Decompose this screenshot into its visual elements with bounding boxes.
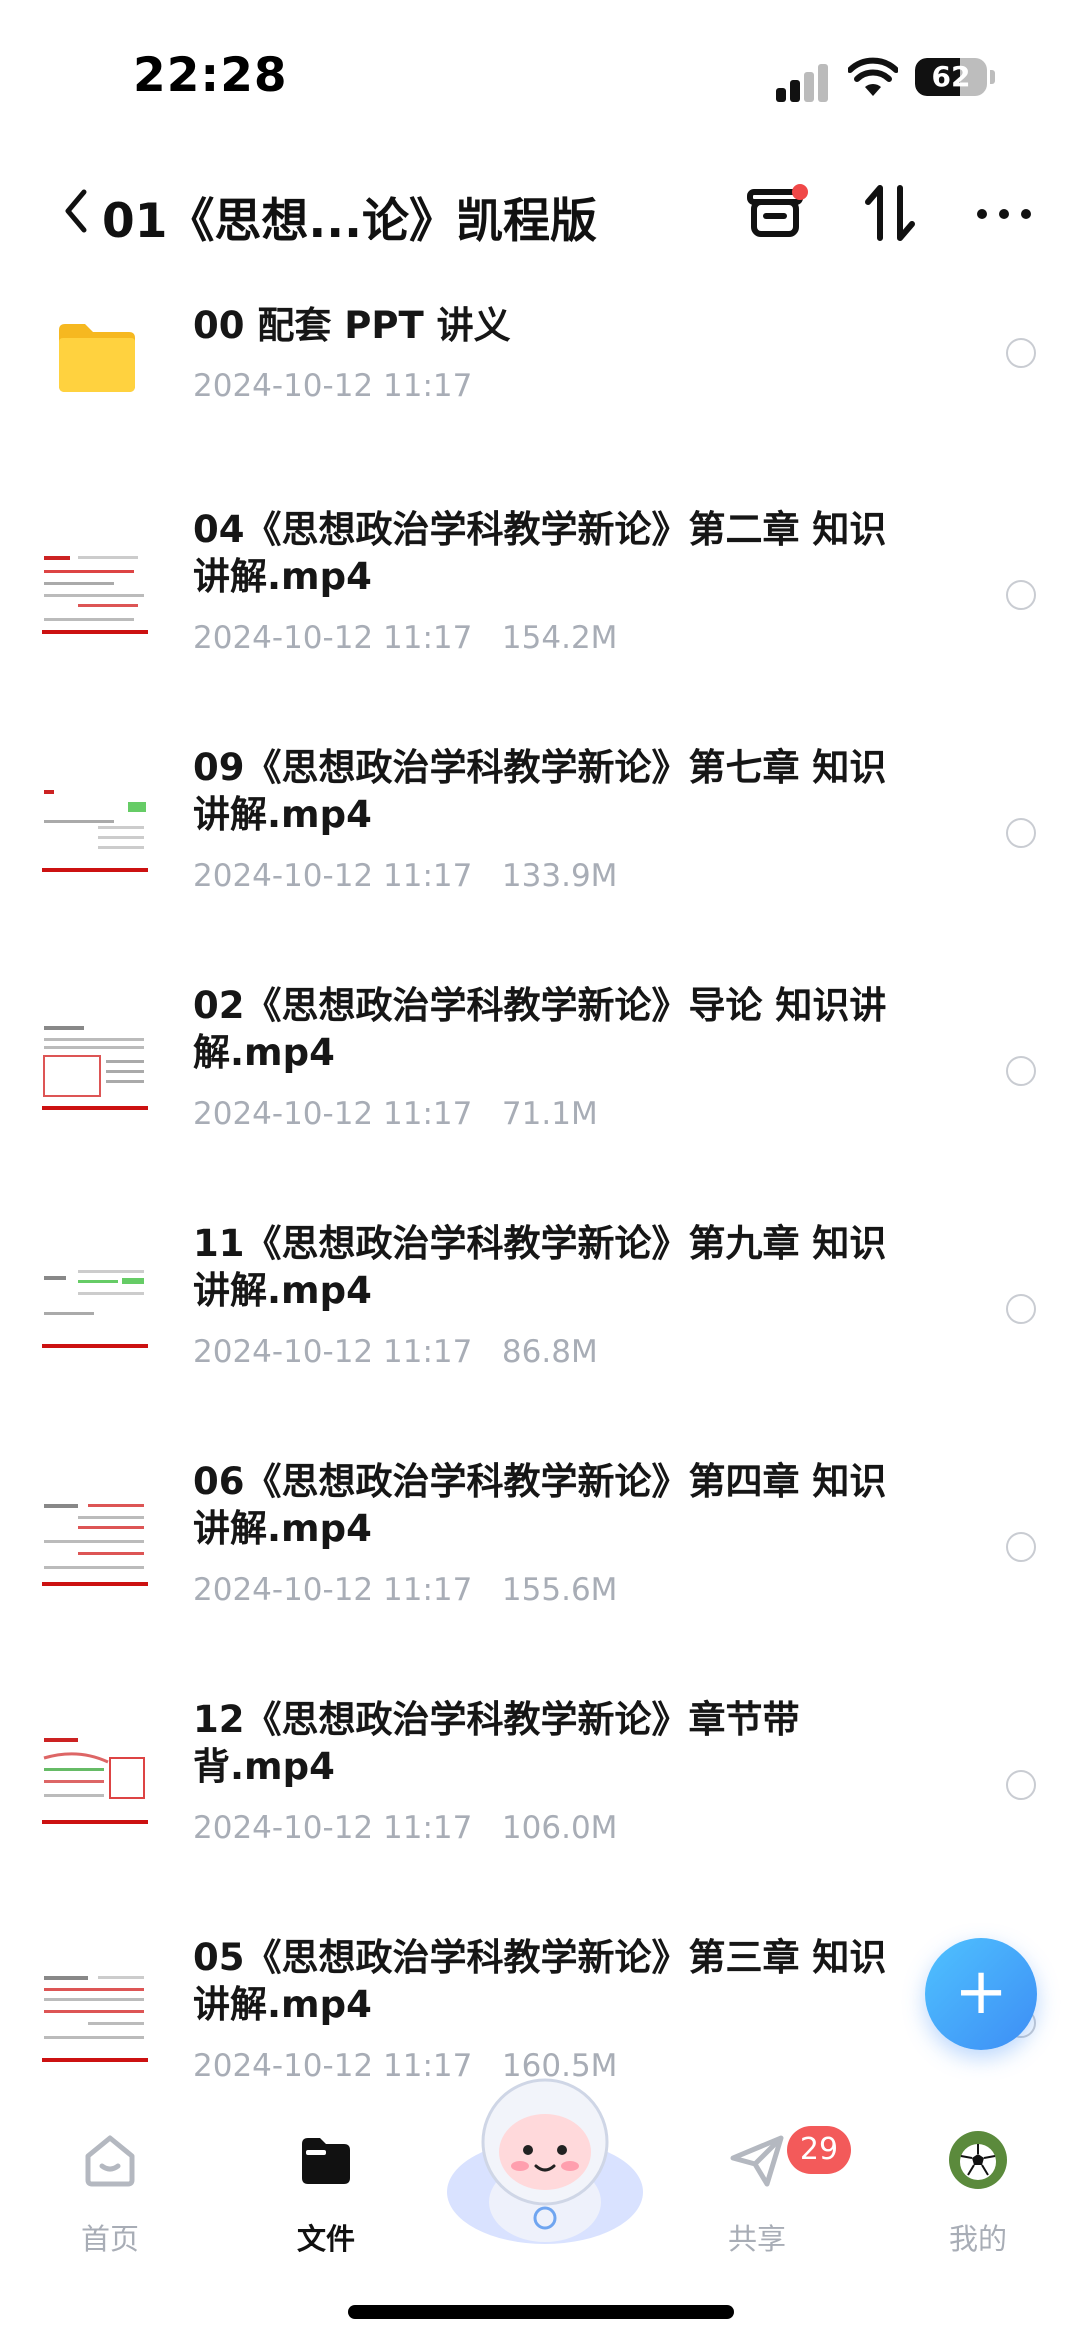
plus-icon: + [954, 1955, 1008, 2029]
file-meta: 2024-10-12 11:17 71.1M [193, 1096, 598, 1132]
file-date: 2024-10-12 11:17 [193, 368, 473, 404]
file-name: 06《思想政治学科教学新论》第四章 知识讲解.mp4 [193, 1460, 887, 1550]
file-name: 11《思想政治学科教学新论》第九章 知识讲解.mp4 [193, 1222, 887, 1312]
tab-files[interactable]: 文件 [251, 2080, 401, 2260]
select-radio[interactable] [1006, 1532, 1036, 1562]
tab-label: 文件 [296, 2222, 355, 2256]
file-date: 2024-10-12 11:17 [193, 1096, 473, 1132]
list-item[interactable]: 09《思想政治学科教学新论》第七章 知识讲解.mp4 2024-10-12 11… [0, 738, 1080, 976]
list-item[interactable]: 04《思想政治学科教学新论》第二章 知识讲解.mp4 2024-10-12 11… [0, 500, 1080, 738]
file-name: 12《思想政治学科教学新论》章节带背.mp4 [193, 1698, 800, 1788]
notification-dot [792, 184, 808, 200]
cellular-signal-icon [776, 62, 836, 102]
file-date: 2024-10-12 11:17 [193, 1334, 473, 1370]
file-size: 154.2M [501, 620, 618, 656]
status-time: 22:28 [133, 48, 288, 103]
video-thumbnail [38, 1014, 152, 1128]
video-thumbnail [38, 1966, 152, 2080]
list-item[interactable]: 02《思想政治学科教学新论》导论 知识讲解.mp4 2024-10-12 11:… [0, 976, 1080, 1214]
file-name: 09《思想政治学科教学新论》第七章 知识讲解.mp4 [193, 746, 887, 836]
battery-icon: 62 [915, 58, 987, 96]
tab-me[interactable]: 我的 [903, 2080, 1053, 2260]
video-thumbnail [38, 1728, 152, 1842]
file-size: 106.0M [501, 1810, 618, 1846]
file-date: 2024-10-12 11:17 [193, 1572, 473, 1608]
share-count-badge: 29 [787, 2126, 851, 2174]
nav-bar: 01《思想...论》凯程版 [0, 160, 1080, 270]
file-date: 2024-10-12 11:17 [193, 2048, 473, 2084]
list-item[interactable]: 11《思想政治学科教学新论》第九章 知识讲解.mp4 2024-10-12 11… [0, 1214, 1080, 1452]
file-size: 86.8M [501, 1334, 598, 1370]
file-meta: 2024-10-12 11:17 106.0M [193, 1810, 617, 1846]
folder-icon [302, 2138, 350, 2184]
tab-label: 我的 [948, 2222, 1007, 2256]
file-date: 2024-10-12 11:17 [193, 620, 473, 656]
list-item[interactable]: 06《思想政治学科教学新论》第四章 知识讲解.mp4 2024-10-12 11… [0, 1452, 1080, 1690]
paper-plane-icon [730, 2135, 784, 2187]
video-thumbnail [38, 538, 152, 652]
more-dots-icon [977, 209, 1031, 219]
file-name: 00 配套 PPT 讲义 [193, 304, 511, 347]
video-thumbnail [38, 1252, 152, 1366]
file-date: 2024-10-12 11:17 [193, 858, 473, 894]
battery-tip [990, 70, 995, 84]
assistant-mascot-icon[interactable] [440, 2070, 650, 2250]
page-title: 01《思想...论》凯程版 [102, 194, 597, 249]
file-name: 05《思想政治学科教学新论》第三章 知识讲解.mp4 [193, 1936, 887, 2026]
tab-label: 共享 [727, 2222, 786, 2256]
home-indicator [348, 2305, 734, 2319]
file-size: 155.6M [501, 1572, 618, 1608]
select-radio[interactable] [1006, 1056, 1036, 1086]
select-radio[interactable] [1006, 1294, 1036, 1324]
select-radio[interactable] [1006, 818, 1036, 848]
select-radio[interactable] [1006, 1770, 1036, 1800]
list-item[interactable]: 12《思想政治学科教学新论》章节带背.mp4 2024-10-12 11:17 … [0, 1690, 1080, 1928]
list-item[interactable]: 00 配套 PPT 讲义 2024-10-12 11:17 [0, 288, 1080, 526]
video-thumbnail [38, 1490, 152, 1604]
tab-label: 首页 [80, 2222, 139, 2256]
select-radio[interactable] [1006, 580, 1036, 610]
transfer-box-button[interactable] [742, 178, 812, 248]
file-meta: 2024-10-12 11:17 86.8M [193, 1334, 598, 1370]
status-bar: 22:28 62 [0, 0, 1080, 150]
wifi-icon [848, 57, 898, 96]
tab-home[interactable]: 首页 [35, 2080, 185, 2260]
file-size: 71.1M [501, 1096, 598, 1132]
file-name: 02《思想政治学科教学新论》导论 知识讲解.mp4 [193, 984, 887, 1074]
avatar-icon [949, 2131, 1007, 2189]
more-button[interactable] [970, 178, 1040, 248]
file-date: 2024-10-12 11:17 [193, 1810, 473, 1846]
file-meta: 2024-10-12 11:17 133.9M [193, 858, 617, 894]
file-meta: 2024-10-12 11:17 155.6M [193, 1572, 617, 1608]
file-name: 04《思想政治学科教学新论》第二章 知识讲解.mp4 [193, 508, 887, 598]
sort-button[interactable] [856, 178, 926, 248]
back-chevron-icon[interactable] [58, 186, 94, 236]
add-button[interactable]: + [925, 1938, 1037, 2050]
home-icon [85, 2135, 135, 2187]
file-meta: 2024-10-12 11:17 154.2M [193, 620, 617, 656]
select-radio[interactable] [1006, 338, 1036, 368]
video-thumbnail [38, 776, 152, 890]
sort-arrows-icon [865, 185, 915, 241]
battery-level: 62 [931, 60, 971, 93]
folder-icon [59, 324, 135, 392]
file-size: 133.9M [501, 858, 618, 894]
